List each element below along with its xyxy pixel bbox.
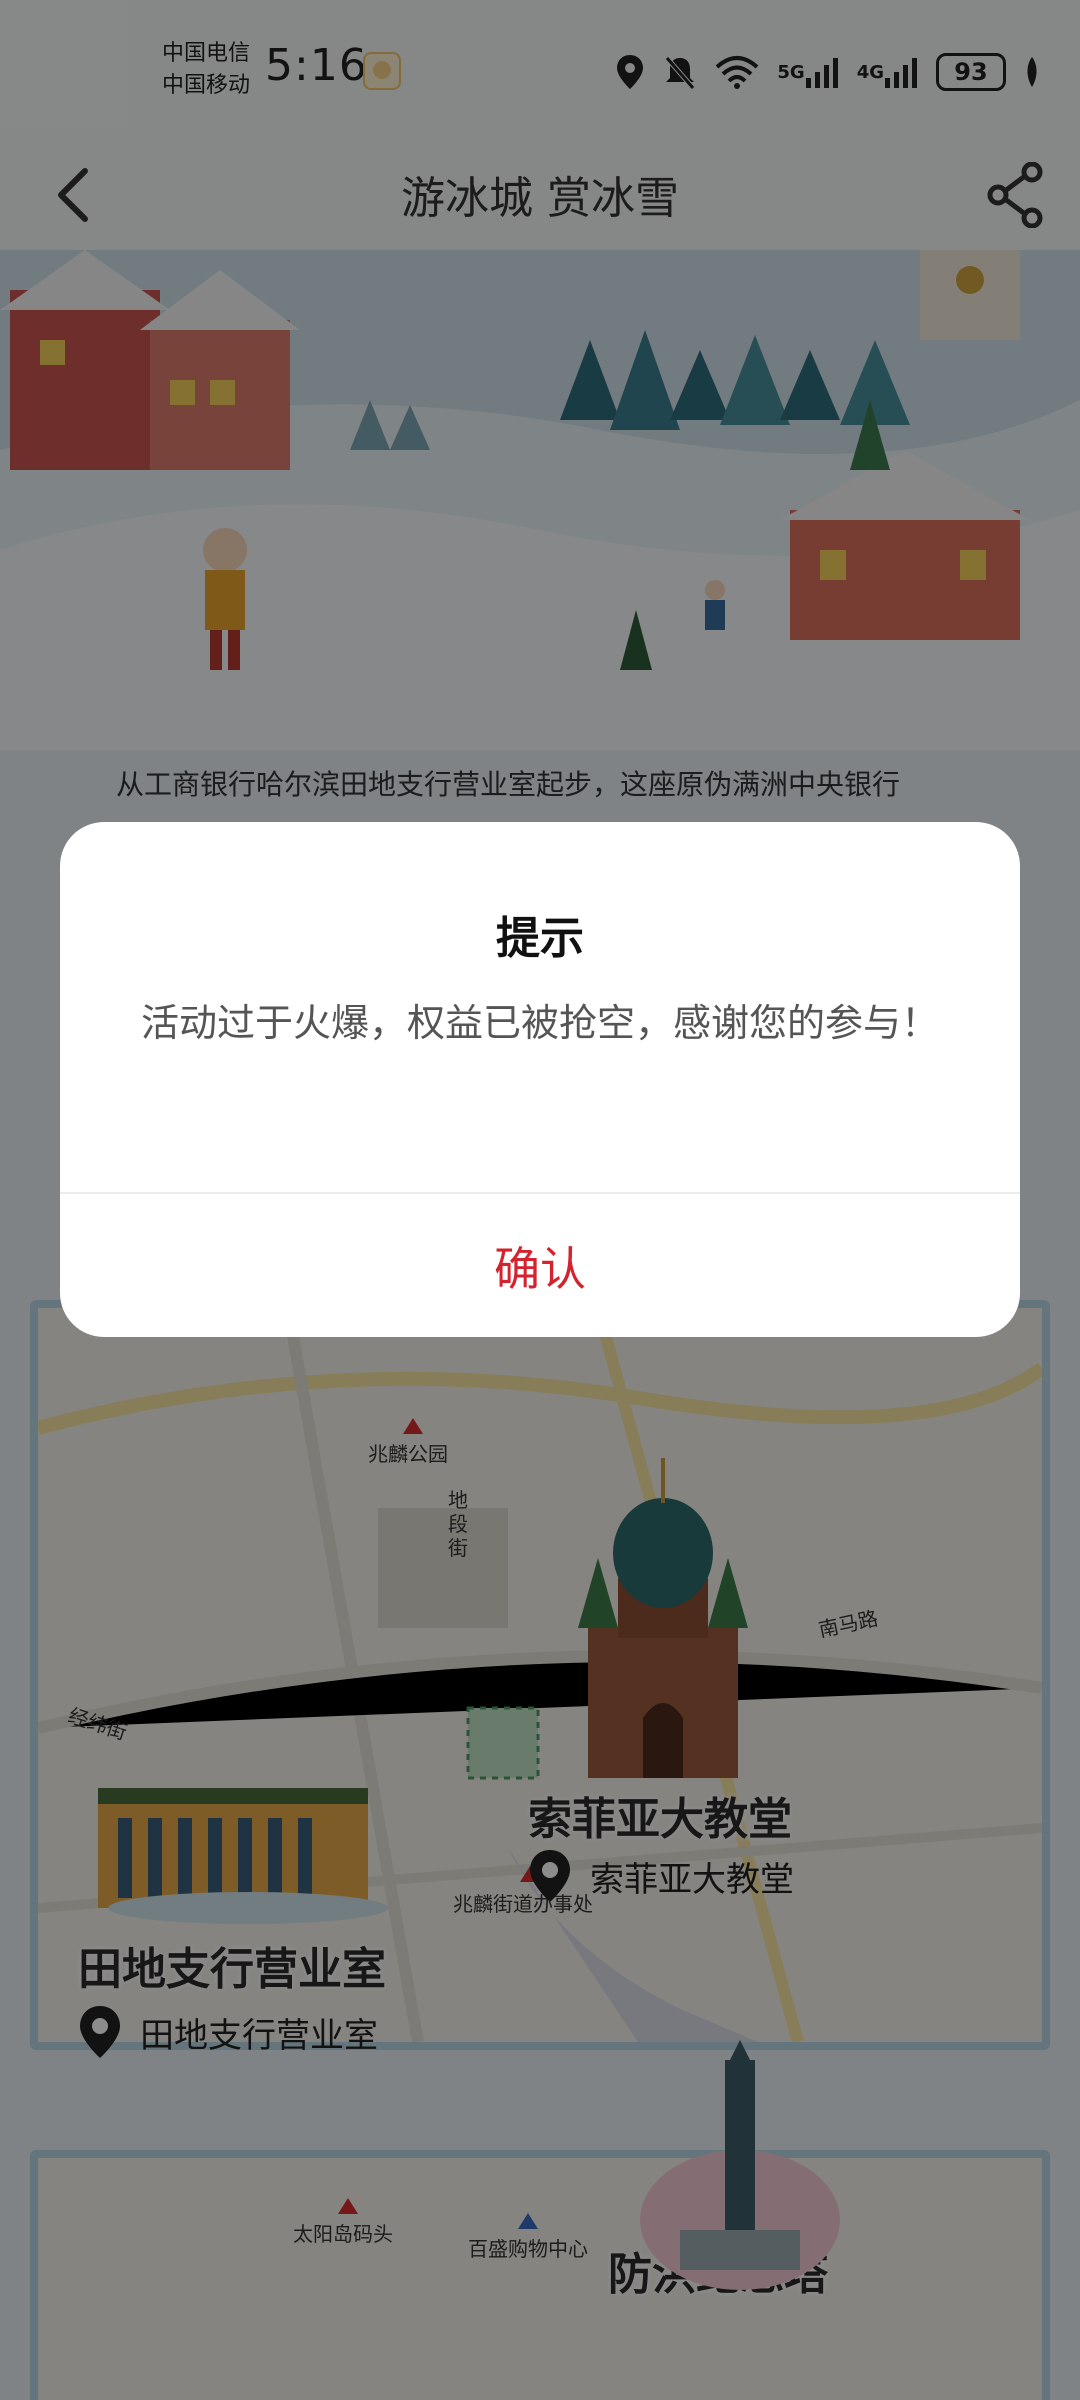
- dialog-title: 提示: [496, 913, 584, 964]
- alert-dialog: 提示 活动过于火爆，权益已被抢空，感谢您的参与！ 确认: [60, 822, 1020, 1337]
- confirm-button[interactable]: 确认: [60, 1194, 1020, 1337]
- dialog-message: 活动过于火爆，权益已被抢空，感谢您的参与！: [140, 1001, 939, 1045]
